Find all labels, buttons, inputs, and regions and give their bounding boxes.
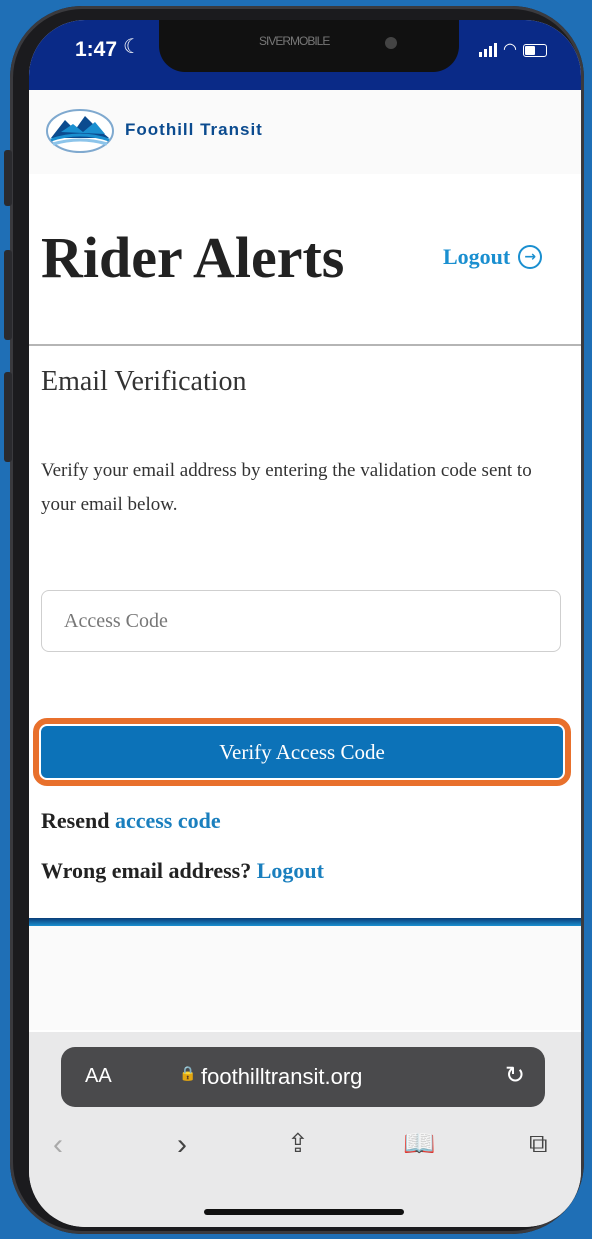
- tabs-icon[interactable]: ⧉: [529, 1128, 548, 1160]
- wrong-email-row: Wrong email address? Logout: [41, 858, 324, 884]
- bookmarks-icon[interactable]: 📖: [403, 1128, 435, 1159]
- status-time: 1:47: [75, 38, 118, 61]
- mute-switch: [4, 150, 12, 206]
- phone-screen: 1:47 ☾ SIVERMOBILE ◠ Foothill Transit Ri…: [29, 20, 581, 1227]
- logout-icon: →: [518, 245, 543, 269]
- notch-text: SIVERMOBILE: [259, 34, 330, 48]
- browser-nav-row: ‹ › ⇪ 📖 ⧉: [29, 1128, 581, 1178]
- lock-icon: 🔒: [179, 1065, 197, 1081]
- wifi-icon: ◠: [503, 41, 517, 58]
- resend-row: Resend access code: [41, 808, 221, 834]
- footer-divider: [29, 918, 581, 926]
- url-domain: foothilltransit.org: [201, 1064, 363, 1089]
- section-title: Email Verification: [41, 366, 247, 397]
- address-bar[interactable]: AA 🔒 foothilltransit.org ↻: [61, 1047, 545, 1107]
- url-text: 🔒 foothilltransit.org: [179, 1064, 363, 1090]
- reader-settings-button[interactable]: AA: [85, 1065, 112, 1088]
- volume-down-button: [4, 372, 12, 462]
- battery-icon: [523, 43, 547, 57]
- share-icon[interactable]: ⇪: [287, 1128, 309, 1159]
- cellular-signal-icon: [479, 43, 498, 57]
- wrong-email-logout-link[interactable]: Logout: [257, 858, 324, 883]
- foothill-transit-logo[interactable]: [45, 108, 115, 154]
- instructions-text: Verify your email address by entering th…: [41, 460, 532, 515]
- browser-toolbar: AA 🔒 foothilltransit.org ↻ ‹ › ⇪ 📖 ⧉: [29, 1032, 581, 1227]
- access-code-input[interactable]: [41, 590, 561, 652]
- logout-button[interactable]: Logout →: [443, 244, 543, 270]
- volume-up-button: [4, 250, 12, 340]
- camera-icon: [385, 37, 397, 49]
- verify-access-code-button[interactable]: Verify Access Code: [33, 718, 571, 786]
- status-bar: 1:47 ☾ SIVERMOBILE ◠: [29, 20, 581, 90]
- resend-prefix: Resend: [41, 808, 110, 833]
- logout-label: Logout: [443, 244, 511, 269]
- site-header: Foothill Transit: [29, 90, 581, 174]
- wrong-email-prefix: Wrong email address?: [41, 858, 252, 883]
- back-icon[interactable]: ‹: [53, 1128, 63, 1162]
- notch: SIVERMOBILE: [159, 20, 459, 72]
- page-title: Rider Alerts: [41, 225, 345, 290]
- forward-icon[interactable]: ›: [177, 1128, 187, 1162]
- page-footer-area: [29, 926, 581, 1030]
- brand-name: Foothill Transit: [125, 120, 263, 139]
- do-not-disturb-icon: ☾: [123, 36, 141, 58]
- resend-access-code-link[interactable]: access code: [115, 808, 221, 833]
- status-icons: ◠: [479, 41, 547, 58]
- reload-icon[interactable]: ↻: [505, 1061, 525, 1090]
- home-indicator[interactable]: [204, 1209, 404, 1215]
- title-area: Rider Alerts Logout →: [29, 174, 581, 346]
